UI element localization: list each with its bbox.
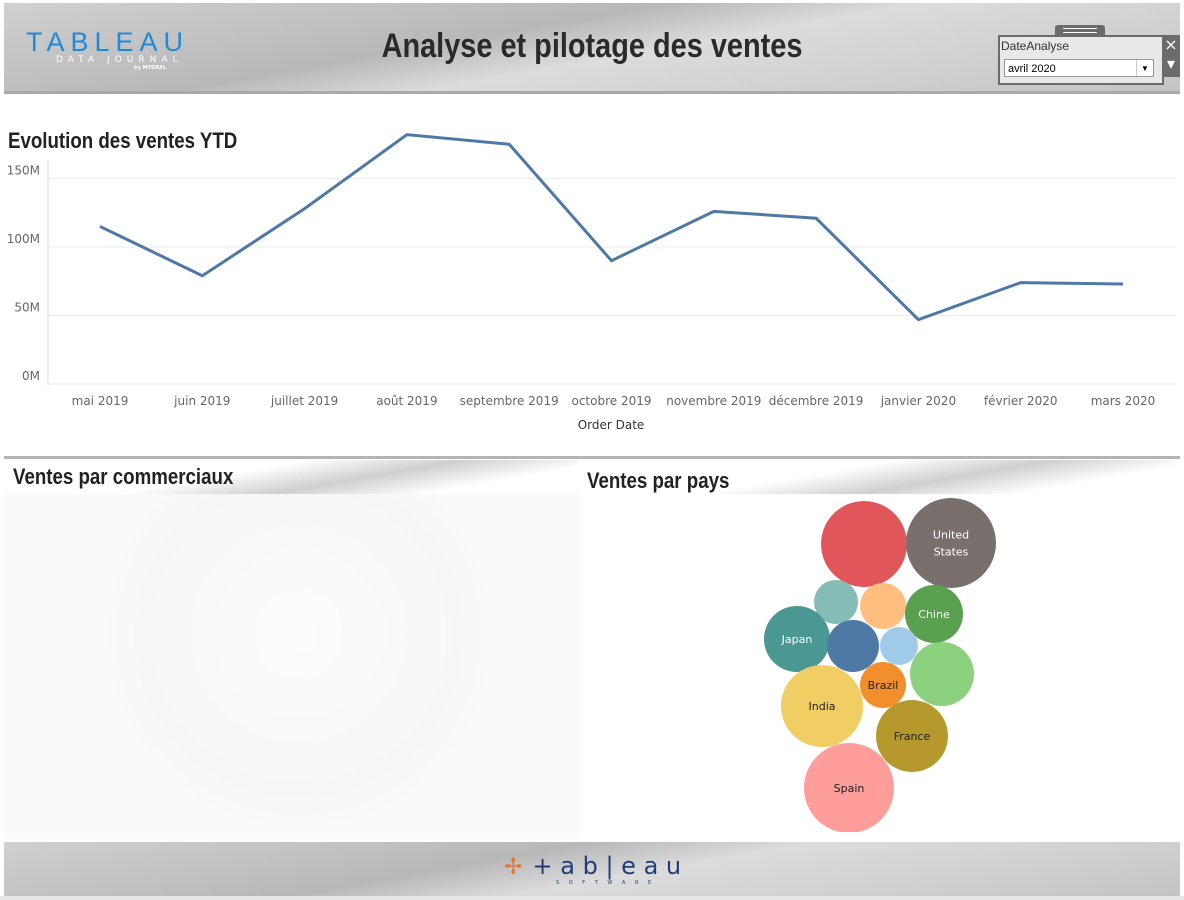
sales-line — [99, 133, 1124, 322]
bubble-circle — [910, 642, 974, 706]
country-bubble — [827, 620, 879, 672]
y-tick-label: 100M — [7, 232, 40, 246]
country-bubble — [880, 627, 918, 665]
x-tick-label: juin 2019 — [173, 394, 230, 408]
filter-controls: × ▾ — [1162, 35, 1180, 77]
x-tick-label: mars 2020 — [1091, 394, 1156, 408]
commerciaux-title: Ventes par commerciaux — [13, 464, 234, 489]
bubble-label: Spain — [834, 782, 865, 795]
x-tick-label: octobre 2019 — [571, 394, 651, 408]
x-axis-title: Order Date — [578, 418, 645, 432]
filter-drag-handle[interactable] — [1055, 25, 1105, 35]
pays-title: Ventes par pays — [587, 468, 730, 493]
country-bubble — [821, 501, 907, 587]
selected-value: avril 2020 — [1008, 63, 1056, 75]
bubble-label: France — [894, 730, 931, 743]
tab-strip — [0, 896, 1184, 900]
x-tick-label: novembre 2019 — [666, 394, 761, 408]
country-bubble: Spain — [804, 743, 894, 832]
y-tick-label: 50M — [14, 301, 40, 315]
menu-dropdown-icon[interactable]: ▾ — [1162, 54, 1180, 73]
pays-panel: United States Chine Japan Brazil India France S… — [584, 498, 1176, 832]
date-analyse-filter: DateAnalyse avril 2020 ▼ — [998, 35, 1164, 85]
date-analyse-select[interactable]: avril 2020 ▼ — [1004, 59, 1154, 77]
chevron-down-icon[interactable]: ▼ — [1136, 60, 1153, 76]
bubble-circle — [827, 620, 879, 672]
country-bubble: United States — [906, 498, 996, 588]
bubble-label: United — [933, 529, 969, 542]
bubble-circle — [860, 583, 906, 629]
bubble-label: Japan — [781, 633, 813, 646]
country-bubble: Brazil — [860, 662, 906, 708]
country-bubble — [910, 642, 974, 706]
bubble-label: Brazil — [868, 679, 899, 692]
x-tick-label: décembre 2019 — [769, 394, 864, 408]
bubble-label: India — [809, 700, 836, 713]
y-tick-label: 150M — [7, 164, 40, 178]
sales-line-chart: 0M 50M 100M 150M mai 2019 juin 2019 juillet 20… — [7, 133, 1176, 432]
bubble-circle — [906, 498, 996, 588]
x-tick-label: février 2020 — [984, 394, 1058, 408]
country-bubble-chart: United States Chine Japan Brazil India France S… — [764, 498, 996, 832]
dashboard-footer: ✢ + a b | e a u S O F T W A R E — [4, 842, 1180, 896]
bubble-circle — [880, 627, 918, 665]
bubble-label: Chine — [918, 608, 950, 621]
y-tick-label: 0M — [22, 369, 40, 383]
tableau-cross-icon: ✢ — [504, 855, 523, 880]
country-bubble: France — [876, 700, 948, 772]
x-tick-label: août 2019 — [376, 394, 437, 408]
page-title: Analyse et pilotage des ventes — [381, 27, 803, 65]
country-bubble — [860, 583, 906, 629]
x-tick-label: mai 2019 — [72, 394, 129, 408]
x-tick-label: septembre 2019 — [460, 394, 559, 408]
filter-label: DateAnalyse — [1001, 39, 1070, 53]
bubble-circle — [821, 501, 907, 587]
country-bubble: Japan — [764, 606, 830, 672]
x-tick-label: janvier 2020 — [880, 394, 956, 408]
tableau-software-logo: ✢ + a b | e a u S O F T W A R E — [504, 852, 682, 886]
commerciaux-panel — [4, 494, 580, 839]
country-bubble: India — [781, 665, 863, 747]
close-icon[interactable]: × — [1162, 35, 1180, 54]
bubble-label: States — [934, 546, 969, 559]
section-divider — [4, 456, 1180, 459]
x-tick-label: juillet 2019 — [270, 394, 338, 408]
